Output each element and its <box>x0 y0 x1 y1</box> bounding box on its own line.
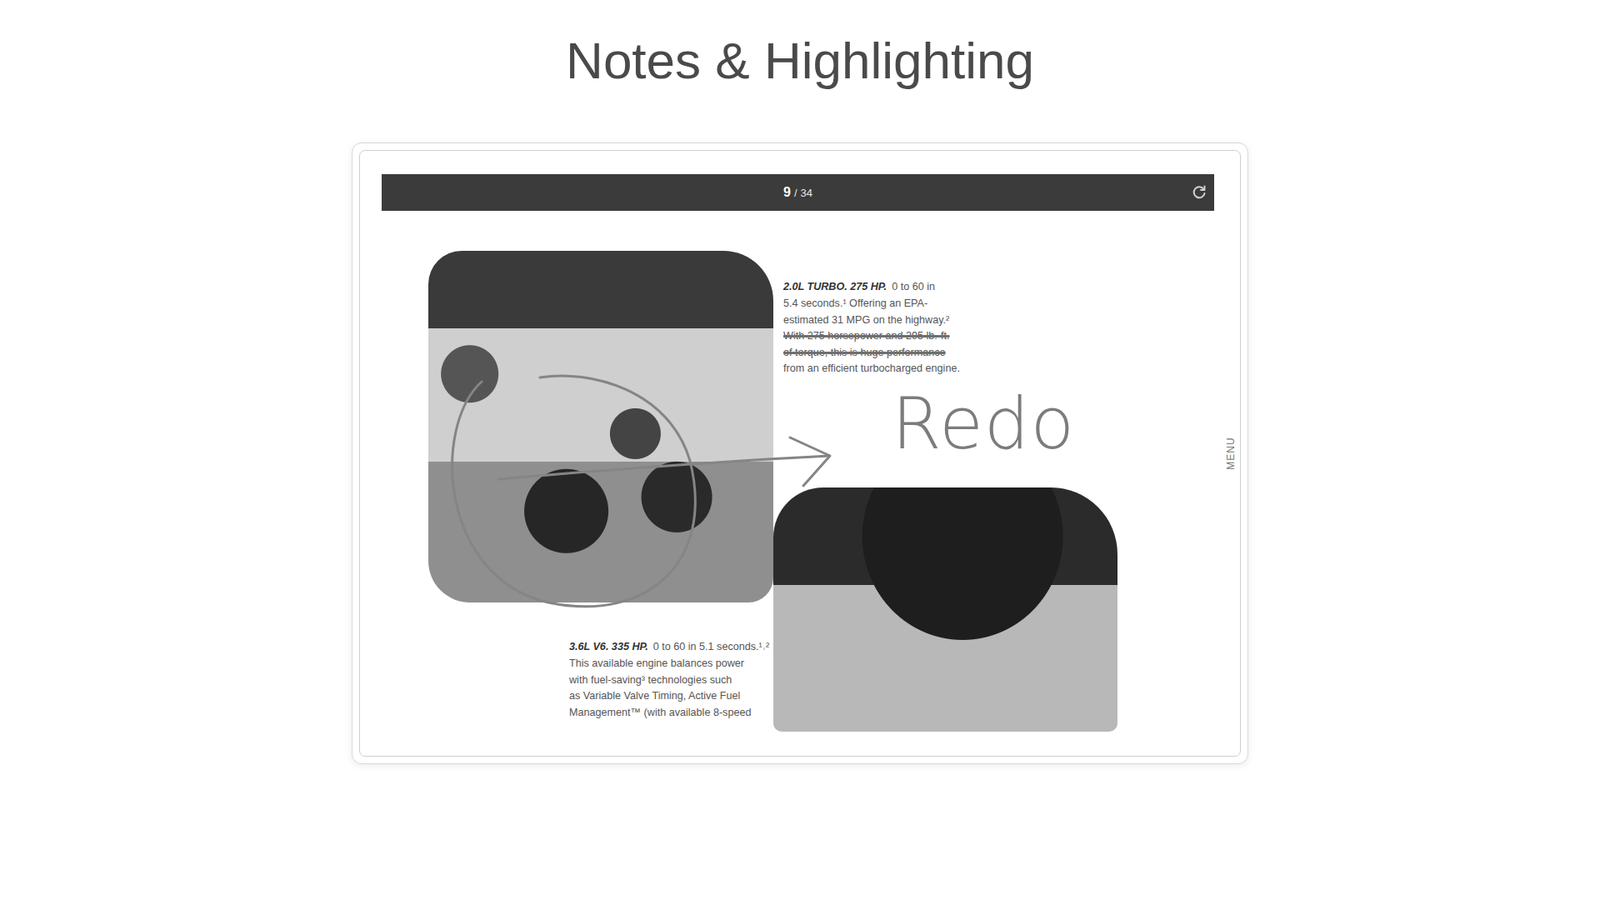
line-text: 0 to 60 in 5.1 seconds.¹˒² <box>653 640 770 653</box>
page-title: Notes & Highlighting <box>0 0 1600 92</box>
line-text: Management™ (with available 8-speed <box>569 706 751 719</box>
text-line: This available engine balances power <box>569 655 774 673</box>
line-text: estimated 31 MPG on the highway.² <box>783 314 950 326</box>
spec-heading: 2.0L TURBO. 275 HP. <box>783 280 887 293</box>
text-line: of torque, this is huge performance <box>783 345 1215 362</box>
refresh-icon[interactable] <box>1190 184 1208 201</box>
right-column: 2.0L TURBO. 275 HP. 0 to 60 in 5.4 seconds… <box>773 210 1215 732</box>
tablet-frame: 9/34 3.6L V6. 335 HP. 0 to 60 in 5.1 secon… <box>351 142 1249 765</box>
line-text: of torque, this is huge performance <box>783 346 946 359</box>
left-column: 3.6L V6. 335 HP. 0 to 60 in 5.1 seconds.¹… <box>381 210 774 732</box>
text-line: With 275 horsepower and 295 lb.-ft. <box>783 328 1215 345</box>
page-total: 34 <box>800 185 813 202</box>
page-number: 9 <box>783 182 791 203</box>
text-line: estimated 31 MPG on the highway.² <box>783 312 1215 330</box>
page: Notes & Highlighting 9/34 3.6L V6. 335 HP.… <box>0 0 1600 765</box>
line-text: 0 to 60 in <box>891 280 935 293</box>
spec-heading: 3.6L V6. 335 HP. <box>569 640 649 653</box>
handwritten-note: Redo <box>891 387 1075 460</box>
text-line: as Variable Valve Timing, Active Fuel <box>569 688 774 705</box>
line-text: as Variable Valve Timing, Active Fuel <box>569 690 740 702</box>
text-line: 2.0L TURBO. 275 HP. 0 to 60 in <box>783 279 1215 296</box>
line-text: with fuel-saving³ technologies such <box>569 674 732 686</box>
text-line: from an efficient turbocharged engine. <box>783 360 1215 378</box>
text-line: 5.4 seconds.¹ Offering an EPA- <box>783 295 1215 313</box>
menu-button[interactable]: MENU <box>1223 436 1239 470</box>
text-line: 3.6L V6. 335 HP. 0 to 60 in 5.1 seconds.¹… <box>569 639 774 656</box>
spec-text: 2.0L TURBO. 275 HP. 0 to 60 in 5.4 seconds… <box>773 279 1215 378</box>
spec-text: 3.6L V6. 335 HP. 0 to 60 in 5.1 seconds.¹… <box>428 639 774 721</box>
tablet-screen: 9/34 3.6L V6. 335 HP. 0 to 60 in 5.1 secon… <box>359 150 1241 757</box>
page-separator: / <box>794 185 798 202</box>
line-text: With 275 horsepower and 295 lb.-ft. <box>783 330 950 342</box>
line-text: from an efficient turbocharged engine. <box>783 362 960 375</box>
reader-view: 9/34 3.6L V6. 335 HP. 0 to 60 in 5.1 secon… <box>381 174 1215 732</box>
line-text: 5.4 seconds.¹ Offering an EPA- <box>783 297 928 310</box>
document-page: 3.6L V6. 335 HP. 0 to 60 in 5.1 seconds.¹… <box>381 210 1215 732</box>
reader-toolbar: 9/34 <box>381 174 1215 211</box>
text-line: Management™ (with available 8-speed <box>569 705 774 722</box>
engine-photo <box>428 250 774 603</box>
ink-strokes <box>381 210 1215 732</box>
engine-photo <box>773 487 1118 732</box>
ink-annotations: Redo <box>381 210 1215 732</box>
line-text: This available engine balances power <box>569 657 745 670</box>
menu-strip: MENU <box>1214 174 1247 732</box>
text-line: with fuel-saving³ technologies such <box>569 672 774 690</box>
